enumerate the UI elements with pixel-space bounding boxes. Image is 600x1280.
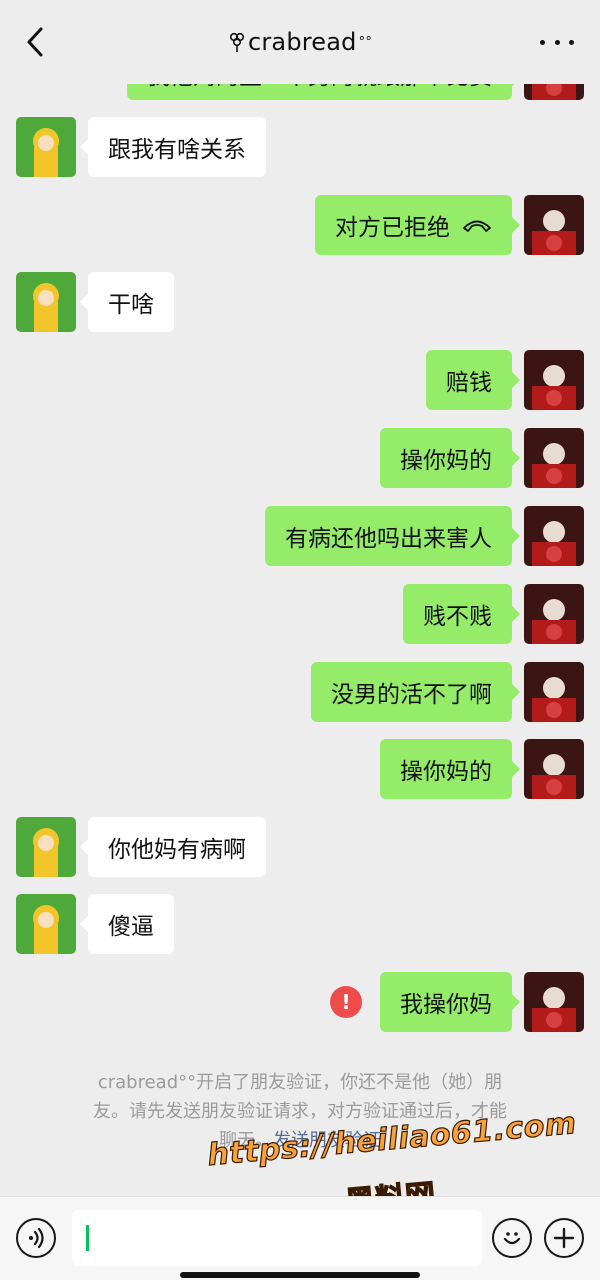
more-dots-icon [540, 39, 545, 45]
more-functions-button[interactable] [544, 1218, 584, 1258]
contact-avatar[interactable] [16, 817, 76, 877]
my-avatar[interactable] [524, 350, 584, 410]
contact-avatar[interactable] [16, 272, 76, 332]
my-avatar[interactable] [524, 739, 584, 799]
notice-line1: 开启了朋友验证，你还不是他（她）朋 [196, 1072, 503, 1093]
message-bubble-sent[interactable]: 我操你妈 [380, 972, 520, 1032]
message-bubble-received[interactable]: 跟我有啥关系 [80, 117, 266, 177]
message-text: 操你妈的 [400, 759, 492, 785]
chat-header: crabread °° [0, 0, 600, 84]
message-text: 我操你妈 [400, 992, 492, 1018]
home-indicator [180, 1272, 420, 1278]
my-avatar[interactable] [524, 428, 584, 488]
chevron-left-icon [27, 27, 43, 57]
contact-avatar[interactable] [16, 894, 76, 954]
my-avatar[interactable] [524, 506, 584, 566]
message-text: 没男的活不了啊 [331, 682, 492, 708]
message-bubble-sent[interactable]: 没男的活不了啊 [311, 662, 520, 722]
message-input[interactable] [72, 1210, 482, 1266]
more-options-button[interactable] [540, 30, 574, 54]
message-bubble-sent[interactable]: 操你妈的 [380, 428, 520, 488]
emoji-button[interactable] [492, 1218, 532, 1258]
message-bubble-sent[interactable]: 赔钱 [426, 350, 520, 410]
notice-name: crabread [97, 1072, 179, 1093]
notice-name-suffix: °° [178, 1072, 197, 1093]
message-text: 傻逼 [108, 914, 154, 940]
contact-avatar[interactable] [16, 117, 76, 177]
chat-title: crabread °° [228, 28, 372, 56]
emoji-icon [503, 1232, 521, 1245]
message-text: 操你妈的 [400, 448, 492, 474]
text-caret [86, 1225, 89, 1251]
message-text: 干啥 [108, 292, 154, 318]
message-text: 你他妈有病啊 [108, 837, 246, 863]
flower-icon [229, 32, 245, 52]
hangup-icon [463, 220, 491, 232]
chat-title-text: crabread [247, 28, 357, 56]
message-text: 有病还他吗出来害人 [285, 526, 492, 552]
message-bubble-sent[interactable]: 贱不贱 [403, 584, 520, 644]
my-avatar[interactable] [524, 584, 584, 644]
message-bubble-received[interactable]: 傻逼 [80, 894, 174, 954]
message-bubble-sent[interactable]: 操你妈的 [380, 739, 520, 799]
message-text: 跟我有啥关系 [108, 137, 246, 163]
message-text: 赔钱 [446, 370, 492, 396]
send-failed-icon[interactable]: ! [330, 986, 362, 1018]
back-button[interactable] [20, 24, 50, 60]
plus-icon [553, 1227, 575, 1249]
voice-button[interactable] [16, 1218, 56, 1258]
message-bubble-sent[interactable]: 有病还他吗出来害人 [265, 506, 520, 566]
message-bubble-received[interactable]: 你他妈有病啊 [80, 817, 266, 877]
message-bubble-received[interactable]: 干啥 [80, 272, 174, 332]
message-text: 贱不贱 [423, 604, 492, 630]
chat-title-suffix: °° [358, 34, 373, 50]
my-avatar[interactable] [524, 662, 584, 722]
call-declined-bubble[interactable]: 对方已拒绝 [315, 195, 520, 255]
my-avatar[interactable] [524, 195, 584, 255]
my-avatar[interactable] [524, 972, 584, 1032]
voice-icon [29, 1227, 44, 1249]
message-text: 对方已拒绝 [335, 215, 450, 241]
